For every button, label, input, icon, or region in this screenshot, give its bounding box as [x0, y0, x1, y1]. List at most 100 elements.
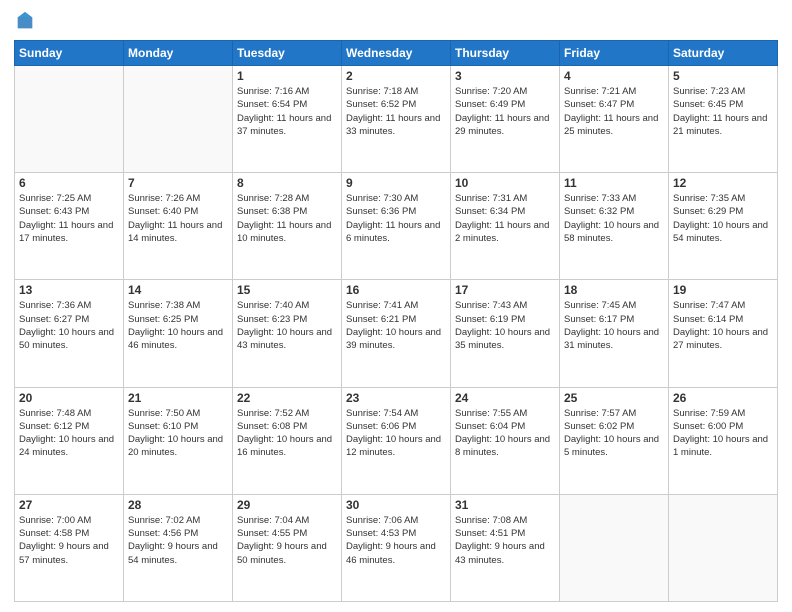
day-info: Sunrise: 7:25 AM Sunset: 6:43 PM Dayligh…: [19, 192, 119, 245]
calendar-cell: 29 Sunrise: 7:04 AM Sunset: 4:55 PM Dayli…: [233, 494, 342, 601]
calendar-table: SundayMondayTuesdayWednesdayThursdayFrid…: [14, 40, 778, 602]
calendar-cell: 10Sunrise: 7:31 AM Sunset: 6:34 PM Dayli…: [451, 173, 560, 280]
calendar-cell: 30 Sunrise: 7:06 AM Sunset: 4:53 PM Dayli…: [342, 494, 451, 601]
week-row-3: 13 Sunrise: 7:36 AM Sunset: 6:27 PM Dayli…: [15, 280, 778, 387]
day-info: Sunrise: 7:16 AM Sunset: 6:54 PM Dayligh…: [237, 85, 337, 138]
day-number: 27: [19, 498, 119, 512]
calendar-cell: 18 Sunrise: 7:45 AM Sunset: 6:17 PM Dayli…: [560, 280, 669, 387]
calendar-cell: 6Sunrise: 7:25 AM Sunset: 6:43 PM Daylig…: [15, 173, 124, 280]
week-row-2: 6Sunrise: 7:25 AM Sunset: 6:43 PM Daylig…: [15, 173, 778, 280]
day-number: 17: [455, 283, 555, 297]
weekday-header-tuesday: Tuesday: [233, 41, 342, 66]
header: [14, 10, 778, 32]
weekday-header-sunday: Sunday: [15, 41, 124, 66]
logo-icon: [14, 10, 36, 32]
day-info: Sunrise: 7:36 AM Sunset: 6:27 PM Dayligh…: [19, 299, 119, 352]
week-row-4: 20 Sunrise: 7:48 AM Sunset: 6:12 PM Dayli…: [15, 387, 778, 494]
day-info: Sunrise: 7:06 AM Sunset: 4:53 PM Dayligh…: [346, 514, 446, 567]
weekday-header-thursday: Thursday: [451, 41, 560, 66]
calendar-cell: 13 Sunrise: 7:36 AM Sunset: 6:27 PM Dayli…: [15, 280, 124, 387]
day-number: 22: [237, 391, 337, 405]
calendar-cell: 17 Sunrise: 7:43 AM Sunset: 6:19 PM Dayli…: [451, 280, 560, 387]
day-number: 13: [19, 283, 119, 297]
logo: [14, 10, 40, 32]
calendar-cell: 21 Sunrise: 7:50 AM Sunset: 6:10 PM Dayli…: [124, 387, 233, 494]
calendar-cell: 31 Sunrise: 7:08 AM Sunset: 4:51 PM Dayli…: [451, 494, 560, 601]
day-number: 7: [128, 176, 228, 190]
day-info: Sunrise: 7:52 AM Sunset: 6:08 PM Dayligh…: [237, 407, 337, 460]
day-number: 3: [455, 69, 555, 83]
day-info: Sunrise: 7:04 AM Sunset: 4:55 PM Dayligh…: [237, 514, 337, 567]
day-number: 14: [128, 283, 228, 297]
day-number: 21: [128, 391, 228, 405]
calendar-cell: 4 Sunrise: 7:21 AM Sunset: 6:47 PM Daylig…: [560, 66, 669, 173]
day-number: 16: [346, 283, 446, 297]
day-info: Sunrise: 7:48 AM Sunset: 6:12 PM Dayligh…: [19, 407, 119, 460]
day-info: Sunrise: 7:33 AM Sunset: 6:32 PM Dayligh…: [564, 192, 664, 245]
day-number: 26: [673, 391, 773, 405]
calendar-cell: 19Sunrise: 7:47 AM Sunset: 6:14 PM Dayli…: [669, 280, 778, 387]
calendar-cell: 8Sunrise: 7:28 AM Sunset: 6:38 PM Daylig…: [233, 173, 342, 280]
day-info: Sunrise: 7:02 AM Sunset: 4:56 PM Dayligh…: [128, 514, 228, 567]
day-number: 9: [346, 176, 446, 190]
week-row-1: 1 Sunrise: 7:16 AM Sunset: 6:54 PM Daylig…: [15, 66, 778, 173]
calendar-cell: [560, 494, 669, 601]
calendar-cell: 9 Sunrise: 7:30 AM Sunset: 6:36 PM Daylig…: [342, 173, 451, 280]
weekday-header-saturday: Saturday: [669, 41, 778, 66]
day-info: Sunrise: 7:00 AM Sunset: 4:58 PM Dayligh…: [19, 514, 119, 567]
day-info: Sunrise: 7:30 AM Sunset: 6:36 PM Dayligh…: [346, 192, 446, 245]
day-info: Sunrise: 7:08 AM Sunset: 4:51 PM Dayligh…: [455, 514, 555, 567]
calendar-cell: 14 Sunrise: 7:38 AM Sunset: 6:25 PM Dayli…: [124, 280, 233, 387]
day-number: 2: [346, 69, 446, 83]
day-info: Sunrise: 7:43 AM Sunset: 6:19 PM Dayligh…: [455, 299, 555, 352]
day-number: 8: [237, 176, 337, 190]
weekday-header-friday: Friday: [560, 41, 669, 66]
day-info: Sunrise: 7:41 AM Sunset: 6:21 PM Dayligh…: [346, 299, 446, 352]
day-info: Sunrise: 7:20 AM Sunset: 6:49 PM Dayligh…: [455, 85, 555, 138]
calendar-cell: 28 Sunrise: 7:02 AM Sunset: 4:56 PM Dayli…: [124, 494, 233, 601]
day-number: 28: [128, 498, 228, 512]
day-info: Sunrise: 7:57 AM Sunset: 6:02 PM Dayligh…: [564, 407, 664, 460]
day-info: Sunrise: 7:55 AM Sunset: 6:04 PM Dayligh…: [455, 407, 555, 460]
day-info: Sunrise: 7:54 AM Sunset: 6:06 PM Dayligh…: [346, 407, 446, 460]
day-number: 24: [455, 391, 555, 405]
day-number: 15: [237, 283, 337, 297]
day-number: 4: [564, 69, 664, 83]
day-info: Sunrise: 7:21 AM Sunset: 6:47 PM Dayligh…: [564, 85, 664, 138]
week-row-5: 27 Sunrise: 7:00 AM Sunset: 4:58 PM Dayli…: [15, 494, 778, 601]
calendar-cell: 22 Sunrise: 7:52 AM Sunset: 6:08 PM Dayli…: [233, 387, 342, 494]
calendar-cell: 23 Sunrise: 7:54 AM Sunset: 6:06 PM Dayli…: [342, 387, 451, 494]
day-info: Sunrise: 7:50 AM Sunset: 6:10 PM Dayligh…: [128, 407, 228, 460]
calendar-cell: 20 Sunrise: 7:48 AM Sunset: 6:12 PM Dayli…: [15, 387, 124, 494]
day-number: 25: [564, 391, 664, 405]
day-number: 18: [564, 283, 664, 297]
day-number: 12: [673, 176, 773, 190]
weekday-header-row: SundayMondayTuesdayWednesdayThursdayFrid…: [15, 41, 778, 66]
calendar-cell: 26 Sunrise: 7:59 AM Sunset: 6:00 PM Dayli…: [669, 387, 778, 494]
main-container: SundayMondayTuesdayWednesdayThursdayFrid…: [0, 0, 792, 612]
day-info: Sunrise: 7:45 AM Sunset: 6:17 PM Dayligh…: [564, 299, 664, 352]
calendar-cell: 5Sunrise: 7:23 AM Sunset: 6:45 PM Daylig…: [669, 66, 778, 173]
day-number: 29: [237, 498, 337, 512]
calendar-cell: 27 Sunrise: 7:00 AM Sunset: 4:58 PM Dayli…: [15, 494, 124, 601]
day-number: 23: [346, 391, 446, 405]
calendar-cell: 2 Sunrise: 7:18 AM Sunset: 6:52 PM Daylig…: [342, 66, 451, 173]
day-number: 30: [346, 498, 446, 512]
weekday-header-wednesday: Wednesday: [342, 41, 451, 66]
calendar-cell: 25 Sunrise: 7:57 AM Sunset: 6:02 PM Dayli…: [560, 387, 669, 494]
weekday-header-monday: Monday: [124, 41, 233, 66]
day-info: Sunrise: 7:47 AM Sunset: 6:14 PM Dayligh…: [673, 299, 773, 352]
day-info: Sunrise: 7:38 AM Sunset: 6:25 PM Dayligh…: [128, 299, 228, 352]
day-number: 1: [237, 69, 337, 83]
day-info: Sunrise: 7:18 AM Sunset: 6:52 PM Dayligh…: [346, 85, 446, 138]
calendar-cell: [669, 494, 778, 601]
calendar-cell: 15Sunrise: 7:40 AM Sunset: 6:23 PM Dayli…: [233, 280, 342, 387]
day-number: 20: [19, 391, 119, 405]
day-info: Sunrise: 7:59 AM Sunset: 6:00 PM Dayligh…: [673, 407, 773, 460]
day-info: Sunrise: 7:26 AM Sunset: 6:40 PM Dayligh…: [128, 192, 228, 245]
calendar-cell: [124, 66, 233, 173]
day-number: 31: [455, 498, 555, 512]
day-number: 10: [455, 176, 555, 190]
calendar-cell: 1 Sunrise: 7:16 AM Sunset: 6:54 PM Daylig…: [233, 66, 342, 173]
day-number: 5: [673, 69, 773, 83]
